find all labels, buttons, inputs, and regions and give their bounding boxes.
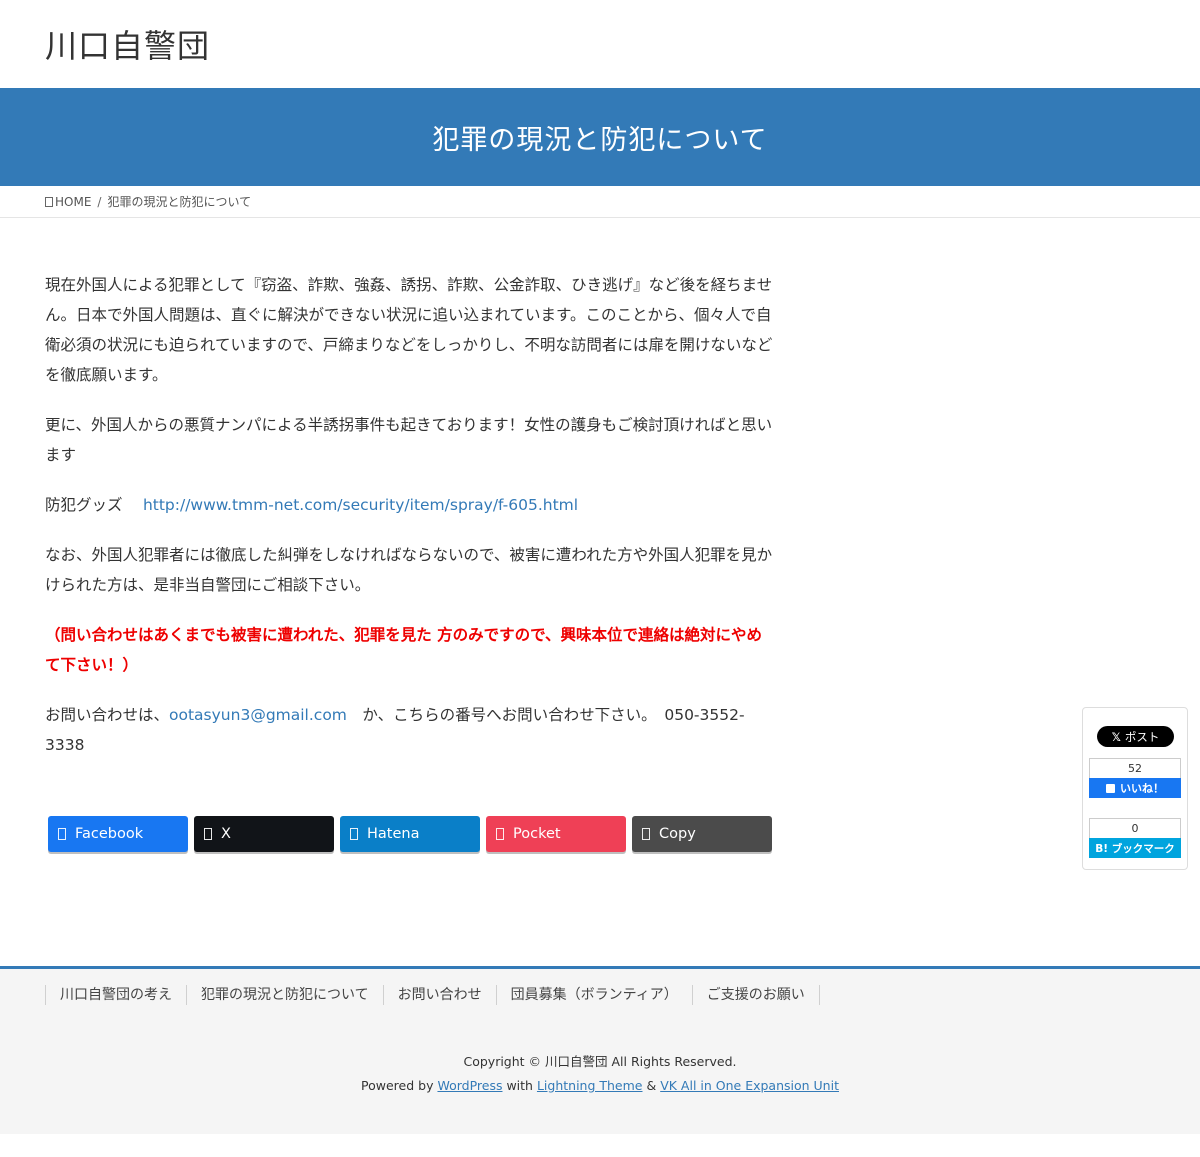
x-post-label: ポスト [1124, 729, 1160, 744]
x-icon [204, 828, 212, 840]
share-copy-button[interactable]: Copy [632, 816, 772, 852]
share-x-button[interactable]: X [194, 816, 334, 852]
goods-label: 防犯グッズ [45, 496, 139, 514]
hatena-bookmark-widget: 0 B! ブックマーク [1089, 818, 1181, 858]
breadcrumb-separator: / [97, 194, 102, 209]
contact-email-link[interactable]: ootasyun3@gmail.com [169, 706, 347, 724]
footer-nav-item[interactable]: お問い合わせ [382, 985, 496, 1005]
facebook-icon [58, 828, 66, 840]
paragraph-consultation: なお、外国人犯罪者には徹底した糾弾をしなければならないので、被害に遭われた方や外… [45, 546, 773, 594]
share-copy-label: Copy [659, 826, 696, 842]
site-title[interactable]: 川口自警団 [45, 21, 210, 67]
lightning-theme-link[interactable]: Lightning Theme [537, 1078, 643, 1093]
share-x-label: X [221, 826, 231, 842]
share-pocket-label: Pocket [513, 826, 561, 842]
contact-prefix: お問い合わせは、 [45, 706, 170, 724]
powered-with: with [502, 1078, 537, 1093]
footer-nav-item[interactable]: ご支援のお願い [691, 985, 820, 1005]
paragraph-crime-status: 現在外国人による犯罪として『窃盗、詐欺、強姦、誘拐、詐欺、公金詐取、ひき逃げ』な… [45, 276, 773, 384]
site-header: 川口自警団 [0, 0, 1200, 88]
main-content: 現在外国人による犯罪として『窃盗、詐欺、強姦、誘拐、詐欺、公金詐取、ひき逃げ』な… [45, 270, 775, 780]
paragraph-goods: 防犯グッズ http://www.tmm-net.com/security/it… [45, 490, 775, 520]
share-facebook-button[interactable]: Facebook [48, 816, 188, 852]
share-hatena-button[interactable]: Hatena [340, 816, 480, 852]
facebook-like-label: いいね！ [1120, 782, 1164, 795]
site-footer: 川口自警団の考え 犯罪の現況と防犯について お問い合わせ 団員募集（ボランティア… [0, 966, 1200, 1134]
thumbs-up-icon [1106, 783, 1115, 793]
powered-by: Powered by WordPress with Lightning Them… [0, 1078, 1200, 1093]
wordpress-link[interactable]: WordPress [437, 1078, 502, 1093]
x-post-button[interactable]: 𝕏 ポスト [1097, 726, 1174, 747]
warning-text: （問い合わせはあくまでも被害に遭われた、犯罪を見た 方のみですので、興味本位で連… [45, 626, 763, 674]
paragraph-contact: お問い合わせは、ootasyun3@gmail.com か、こちらの番号へお問い… [45, 700, 775, 760]
powered-amp: & [642, 1078, 661, 1093]
hatena-bookmark-button[interactable]: B! ブックマーク [1089, 838, 1181, 858]
hatena-icon [350, 828, 358, 840]
x-logo-icon: 𝕏 [1111, 729, 1121, 744]
page-title: 犯罪の現況と防犯について [432, 124, 768, 156]
vk-expansion-link[interactable]: VK All in One Expansion Unit [660, 1078, 839, 1093]
hatena-bookmark-count: 0 [1089, 818, 1181, 838]
home-icon [45, 196, 53, 207]
share-buttons: Facebook X Hatena Pocket Copy [48, 816, 772, 852]
facebook-like-widget: 52 いいね！ [1089, 758, 1181, 798]
footer-nav-item[interactable]: 団員募集（ボランティア） [495, 985, 692, 1005]
breadcrumb-home-link[interactable]: HOME [55, 195, 91, 209]
copy-icon [642, 828, 650, 840]
share-hatena-label: Hatena [367, 826, 420, 842]
footer-nav-item[interactable]: 犯罪の現況と防犯について [186, 985, 383, 1005]
breadcrumb: HOME / 犯罪の現況と防犯について [0, 186, 1200, 218]
share-facebook-label: Facebook [75, 826, 144, 842]
powered-prefix: Powered by [361, 1078, 438, 1093]
facebook-like-count: 52 [1089, 758, 1181, 778]
copyright-text: Copyright © 川口自警団 All Rights Reserved. [463, 1054, 737, 1069]
facebook-like-button[interactable]: いいね！ [1089, 778, 1181, 798]
paragraph-nanpa-warning: 更に、外国人からの悪質ナンパによる半誘拐事件も起きております！女性の護身もご検討… [45, 416, 773, 464]
pocket-icon [496, 828, 504, 840]
breadcrumb-current: 犯罪の現況と防犯について [107, 195, 252, 209]
page-banner: 犯罪の現況と防犯について [0, 88, 1200, 186]
footer-nav-item[interactable]: 川口自警団の考え [45, 985, 186, 1005]
social-side-panel: 𝕏 ポスト 52 いいね！ 0 B! ブックマーク [1082, 707, 1188, 870]
goods-link[interactable]: http://www.tmm-net.com/security/item/spr… [143, 496, 578, 514]
footer-nav: 川口自警団の考え 犯罪の現況と防犯について お問い合わせ 団員募集（ボランティア… [45, 985, 820, 1005]
share-pocket-button[interactable]: Pocket [486, 816, 626, 852]
